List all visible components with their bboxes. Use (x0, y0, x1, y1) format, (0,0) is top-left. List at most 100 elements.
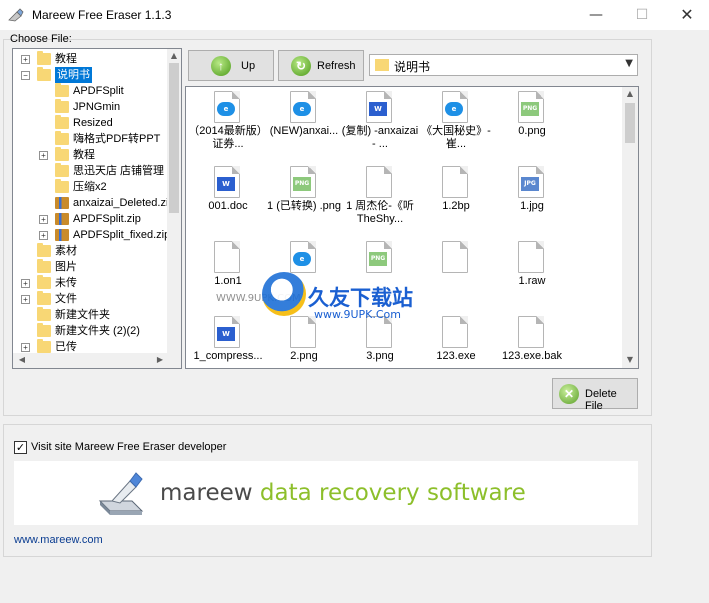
tree-item-label: 压缩x2 (73, 181, 107, 193)
file-item[interactable]: 1.raw (492, 237, 572, 313)
mareew-banner[interactable]: mareew data recovery software (14, 461, 638, 525)
file-item[interactable]: JPG 1.jpg (492, 162, 572, 238)
folder-icon (37, 243, 51, 257)
file-item[interactable]: 3.png (340, 312, 420, 368)
tree-item[interactable]: − 说明书 (13, 67, 168, 83)
tree-item[interactable]: 图片 (13, 259, 168, 275)
scroll-up-arrow-icon[interactable]: ▲ (623, 89, 637, 98)
file-name: 1_compress... (193, 350, 263, 362)
folder-icon (55, 131, 69, 145)
file-item[interactable]: W (复制) -anxaizai - ... (340, 87, 420, 163)
file-type-badge-icon: e (293, 252, 311, 266)
file-e-icon: e (290, 91, 316, 123)
tree-item[interactable]: Resized (13, 115, 168, 131)
tree-item[interactable]: anxaizai_Deleted.zip (13, 195, 168, 211)
file-blank-icon (366, 316, 392, 348)
tree-expander-icon[interactable]: + (21, 295, 30, 304)
file-type-badge-icon: PNG (369, 252, 387, 266)
folder-icon (37, 323, 51, 337)
file-item[interactable]: e （2014最新版）证券... (188, 87, 268, 163)
file-item[interactable]: 1.2bp (416, 162, 496, 238)
file-type-badge-icon: W (369, 102, 387, 116)
tree-expander-icon[interactable]: + (39, 215, 48, 224)
tree-item[interactable]: 压缩x2 (13, 179, 168, 195)
file-type-badge-icon: W (217, 177, 235, 191)
up-arrow-icon: ↑ (211, 56, 231, 76)
tree-item[interactable]: + APDFSplit.zip (13, 211, 168, 227)
tree-scroll-thumb[interactable] (169, 63, 179, 213)
tree-item[interactable]: + APDFSplit_fixed.zip (13, 227, 168, 243)
file-list-scrollbar[interactable]: ▲ ▼ (622, 87, 638, 368)
file-png-icon: PNG (366, 241, 392, 273)
minimize-button[interactable]: — (573, 0, 619, 30)
tree-expander-icon[interactable]: + (21, 279, 30, 288)
scroll-down-arrow-icon[interactable]: ▼ (623, 355, 637, 364)
file-e-icon: e (442, 91, 468, 123)
tree-item[interactable]: 新建文件夹 (2)(2) (13, 323, 168, 339)
visit-site-checkbox[interactable]: ✓ (14, 441, 27, 454)
chevron-down-icon[interactable]: ▼ (625, 58, 633, 69)
tree-item[interactable]: APDFSplit (13, 83, 168, 99)
tree-expander-icon[interactable]: + (21, 343, 30, 352)
file-name: 1 (已转换) .png (267, 200, 341, 212)
tree-item[interactable]: + 已传 (13, 339, 168, 353)
file-item[interactable]: 1 周杰伦-《听TheShy... (340, 162, 420, 238)
file-item[interactable]: W 1_compress... (188, 312, 268, 368)
file-item[interactable]: 1.on1 (188, 237, 268, 313)
tree-item[interactable]: + 未传 (13, 275, 168, 291)
file-item[interactable]: 123.exe (416, 312, 496, 368)
file-item[interactable]: e (NEW)anxai... (264, 87, 344, 163)
tree-expander-icon[interactable]: + (39, 151, 48, 160)
current-folder-dropdown[interactable]: 说明书 ▼ (369, 54, 638, 76)
file-name: 001.doc (208, 200, 248, 212)
tree-horizontal-scrollbar[interactable]: ◀ ▶ (13, 353, 181, 368)
tree-item-label: 嗨格式PDF转PPT (73, 133, 161, 145)
tree-item[interactable]: 新建文件夹 (13, 307, 168, 323)
visit-site-label[interactable]: Visit site Mareew Free Eraser developer (31, 441, 226, 453)
scroll-up-arrow-icon[interactable]: ▲ (167, 51, 181, 60)
up-button-label: Up (241, 60, 256, 72)
scroll-right-arrow-icon[interactable]: ▶ (153, 355, 167, 364)
file-name: 1.raw (518, 275, 546, 287)
tree-item[interactable]: 素材 (13, 243, 168, 259)
folder-tree[interactable]: + 教程 − 说明书 APDFSplit JPNGmin Resized 嗨格式PDF转PPT… (12, 48, 182, 369)
tree-item[interactable]: 嗨格式PDF转PPT (13, 131, 168, 147)
tree-expander-icon[interactable]: + (21, 55, 30, 64)
tree-item[interactable]: JPNGmin (13, 99, 168, 115)
tree-item[interactable]: + 教程 (13, 147, 168, 163)
refresh-button[interactable]: ↻ Refresh (278, 50, 364, 81)
close-button[interactable]: ✕ (664, 0, 709, 30)
file-item[interactable]: W 001.doc (188, 162, 268, 238)
file-name: (NEW)anxai... (269, 125, 339, 137)
tree-item[interactable]: 思迅天店 店铺管理 (13, 163, 168, 179)
zip-archive-icon (55, 197, 69, 209)
file-item[interactable]: 123.exe.bak (492, 312, 572, 368)
file-e-icon: e (290, 241, 316, 273)
up-button[interactable]: ↑ Up (188, 50, 274, 81)
tree-item[interactable]: + 教程 (13, 51, 168, 67)
file-item[interactable]: e (264, 237, 344, 313)
delete-file-button[interactable]: ✕ Delete File (552, 378, 638, 412)
file-name: 1 周杰伦-《听TheShy... (346, 200, 414, 225)
tree-vertical-scrollbar[interactable]: ▲ (167, 49, 181, 353)
tree-item-label: 新建文件夹 (55, 309, 110, 321)
scroll-left-arrow-icon[interactable]: ◀ (15, 355, 29, 364)
tree-item[interactable]: + 文件 (13, 291, 168, 307)
tree-expander-icon[interactable]: − (21, 71, 30, 80)
file-item[interactable]: PNG (340, 237, 420, 313)
file-item[interactable] (416, 237, 496, 313)
file-item[interactable]: e 《大国秘史》-崔... (416, 87, 496, 163)
mareew-site-link[interactable]: www.mareew.com (14, 534, 103, 546)
maximize-button[interactable]: ☐ (619, 0, 665, 30)
file-item[interactable]: PNG 1 (已转换) .png (264, 162, 344, 238)
tree-item-label: Resized (73, 117, 113, 129)
file-item[interactable]: PNG 0.png (492, 87, 572, 163)
file-list[interactable]: 123.exe.bak 123.exe 3.png 2.png W 1_compress.… (185, 86, 639, 369)
file-item[interactable]: 2.png (264, 312, 344, 368)
file-list-scroll-thumb[interactable] (625, 103, 635, 143)
file-type-badge-icon: e (293, 102, 311, 116)
tree-expander-icon[interactable]: + (39, 231, 48, 240)
tree-item-label: 新建文件夹 (2)(2) (55, 325, 140, 337)
file-name: 123.exe.bak (502, 350, 562, 362)
banner-brand: mareew (160, 480, 253, 506)
